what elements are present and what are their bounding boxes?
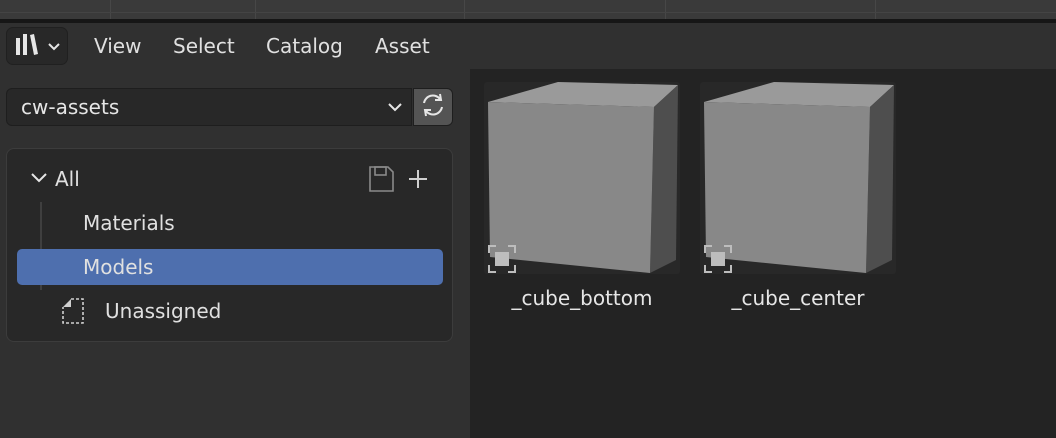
chevron-down-icon [387, 97, 403, 121]
asset-name: _cube_bottom [511, 286, 653, 310]
menu-select[interactable]: Select [173, 33, 235, 59]
asset-thumbnail[interactable] [484, 82, 680, 274]
asset-thumbnail[interactable] [700, 82, 896, 274]
catalog-item-all[interactable]: All [55, 161, 80, 197]
catalog-item-unassigned[interactable]: Unassigned [105, 293, 221, 329]
asset-name: _cube_center [731, 286, 865, 310]
editor-header: View Select Catalog Asset [0, 23, 1056, 69]
editor-type-button[interactable] [6, 27, 68, 65]
selected-catalog-highlight [17, 249, 443, 285]
plus-icon[interactable] [407, 168, 429, 194]
catalog-item-materials[interactable]: Materials [83, 205, 175, 241]
asset-library-dropdown[interactable]: cw-assets [6, 88, 412, 126]
save-icon[interactable] [367, 165, 395, 197]
chevron-down-icon[interactable] [29, 169, 49, 191]
asset-browser-icon [13, 30, 41, 62]
catalog-item-models[interactable]: Models [83, 249, 153, 285]
menu-catalog[interactable]: Catalog [266, 33, 343, 59]
asset-library-label: cw-assets [21, 95, 120, 119]
refresh-library-button[interactable] [413, 88, 453, 126]
unassigned-icon [59, 297, 87, 329]
catalog-tree-panel: All Materials Models Unassigned [6, 148, 453, 342]
menu-asset[interactable]: Asset [375, 33, 430, 59]
object-data-icon [488, 245, 516, 274]
refresh-icon [419, 91, 447, 123]
viewport-strip [0, 0, 1056, 19]
asset-grid: _cube_bottom _cube_center [470, 69, 1056, 438]
chevron-down-icon [47, 37, 61, 56]
menu-view[interactable]: View [94, 33, 141, 59]
object-data-icon [704, 245, 732, 274]
